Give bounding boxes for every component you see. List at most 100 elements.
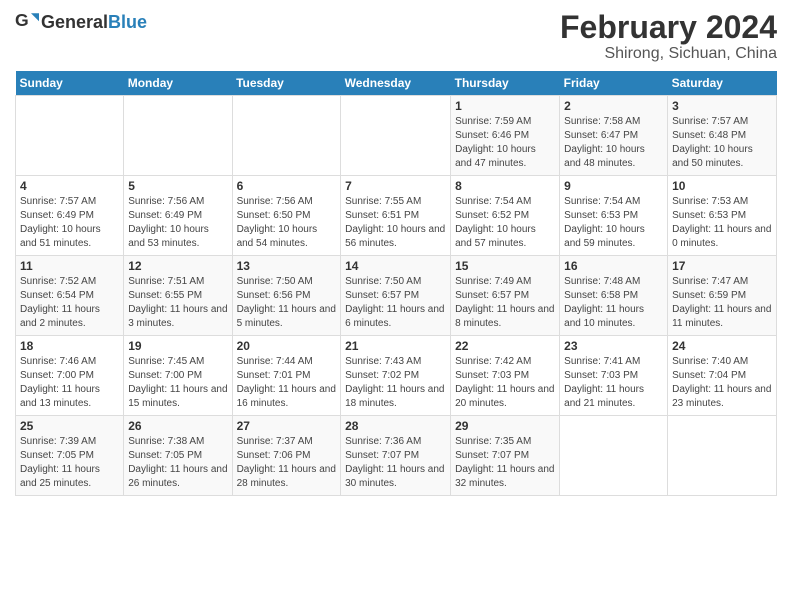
header-sunday: Sunday xyxy=(16,71,124,96)
day-info: Sunrise: 7:54 AM Sunset: 6:53 PM Dayligh… xyxy=(564,195,663,251)
page-title: February 2024 xyxy=(560,10,777,45)
svg-text:G: G xyxy=(15,10,29,30)
day-info: Sunrise: 7:42 AM Sunset: 7:03 PM Dayligh… xyxy=(455,355,555,411)
calendar-cell: 15 Sunrise: 7:49 AM Sunset: 6:57 PM Dayli… xyxy=(451,256,560,336)
calendar-cell: 24 Sunrise: 7:40 AM Sunset: 7:04 PM Dayli… xyxy=(668,336,777,416)
calendar-cell: 29Sunrise: 7:35 AM Sunset: 7:07 PM Dayli… xyxy=(451,416,560,496)
day-number: 25 xyxy=(20,419,119,433)
calendar-cell: 6 Sunrise: 7:56 AM Sunset: 6:50 PM Daylig… xyxy=(232,176,341,256)
day-info: Sunrise: 7:38 AM Sunset: 7:05 PM Dayligh… xyxy=(128,435,227,491)
logo-icon: G xyxy=(15,10,39,34)
calendar-body: 1 Sunrise: 7:59 AM Sunset: 6:46 PM Daylig… xyxy=(16,96,777,496)
calendar-cell: 8 Sunrise: 7:54 AM Sunset: 6:52 PM Daylig… xyxy=(451,176,560,256)
day-number: 12 xyxy=(128,259,227,273)
day-info: Sunrise: 7:43 AM Sunset: 7:02 PM Dayligh… xyxy=(345,355,446,411)
calendar-week-row: 25 Sunrise: 7:39 AM Sunset: 7:05 PM Dayli… xyxy=(16,416,777,496)
calendar-cell: 27 Sunrise: 7:37 AM Sunset: 7:06 PM Dayli… xyxy=(232,416,341,496)
day-number: 6 xyxy=(237,179,337,193)
header-thursday: Thursday xyxy=(451,71,560,96)
calendar-cell: 18 Sunrise: 7:46 AM Sunset: 7:00 PM Dayli… xyxy=(16,336,124,416)
header-tuesday: Tuesday xyxy=(232,71,341,96)
day-number: 4 xyxy=(20,179,119,193)
day-number: 28 xyxy=(345,419,446,433)
day-info: Sunrise: 7:37 AM Sunset: 7:06 PM Dayligh… xyxy=(237,435,337,491)
page-subtitle: Shirong, Sichuan, China xyxy=(560,45,777,63)
day-number: 16 xyxy=(564,259,663,273)
calendar-cell: 28 Sunrise: 7:36 AM Sunset: 7:07 PM Dayli… xyxy=(341,416,451,496)
calendar-cell xyxy=(16,96,124,176)
calendar-cell: 12Sunrise: 7:51 AM Sunset: 6:55 PM Dayli… xyxy=(124,256,232,336)
calendar-header-row: Sunday Monday Tuesday Wednesday Thursday… xyxy=(16,71,777,96)
day-number: 5 xyxy=(128,179,227,193)
header-wednesday: Wednesday xyxy=(341,71,451,96)
day-info: Sunrise: 7:54 AM Sunset: 6:52 PM Dayligh… xyxy=(455,195,555,251)
day-info: Sunrise: 7:45 AM Sunset: 7:00 PM Dayligh… xyxy=(128,355,227,411)
day-number: 19 xyxy=(128,339,227,353)
header-monday: Monday xyxy=(124,71,232,96)
calendar-cell: 10 Sunrise: 7:53 AM Sunset: 6:53 PM Dayli… xyxy=(668,176,777,256)
calendar-week-row: 1 Sunrise: 7:59 AM Sunset: 6:46 PM Daylig… xyxy=(16,96,777,176)
day-number: 7 xyxy=(345,179,446,193)
day-info: Sunrise: 7:56 AM Sunset: 6:50 PM Dayligh… xyxy=(237,195,337,251)
calendar-cell: 16Sunrise: 7:48 AM Sunset: 6:58 PM Dayli… xyxy=(560,256,668,336)
calendar-week-row: 4 Sunrise: 7:57 AM Sunset: 6:49 PM Daylig… xyxy=(16,176,777,256)
day-info: Sunrise: 7:57 AM Sunset: 6:49 PM Dayligh… xyxy=(20,195,119,251)
day-info: Sunrise: 7:52 AM Sunset: 6:54 PM Dayligh… xyxy=(20,275,119,331)
header: G GeneralBlue February 2024 Shirong, Sic… xyxy=(15,10,777,63)
title-block: February 2024 Shirong, Sichuan, China xyxy=(560,10,777,63)
day-number: 8 xyxy=(455,179,555,193)
calendar-cell: 9 Sunrise: 7:54 AM Sunset: 6:53 PM Daylig… xyxy=(560,176,668,256)
header-friday: Friday xyxy=(560,71,668,96)
day-number: 15 xyxy=(455,259,555,273)
calendar-cell: 14Sunrise: 7:50 AM Sunset: 6:57 PM Dayli… xyxy=(341,256,451,336)
calendar-cell xyxy=(232,96,341,176)
day-info: Sunrise: 7:58 AM Sunset: 6:47 PM Dayligh… xyxy=(564,115,663,171)
day-info: Sunrise: 7:53 AM Sunset: 6:53 PM Dayligh… xyxy=(672,195,772,251)
calendar-cell: 13 Sunrise: 7:50 AM Sunset: 6:56 PM Dayli… xyxy=(232,256,341,336)
day-info: Sunrise: 7:36 AM Sunset: 7:07 PM Dayligh… xyxy=(345,435,446,491)
calendar-week-row: 18 Sunrise: 7:46 AM Sunset: 7:00 PM Dayli… xyxy=(16,336,777,416)
calendar-cell: 25 Sunrise: 7:39 AM Sunset: 7:05 PM Dayli… xyxy=(16,416,124,496)
day-number: 24 xyxy=(672,339,772,353)
day-number: 1 xyxy=(455,99,555,113)
day-number: 21 xyxy=(345,339,446,353)
calendar-cell: 7 Sunrise: 7:55 AM Sunset: 6:51 PM Daylig… xyxy=(341,176,451,256)
day-info: Sunrise: 7:47 AM Sunset: 6:59 PM Dayligh… xyxy=(672,275,772,331)
day-number: 18 xyxy=(20,339,119,353)
day-number: 3 xyxy=(672,99,772,113)
calendar-cell: 22Sunrise: 7:42 AM Sunset: 7:03 PM Dayli… xyxy=(451,336,560,416)
day-number: 2 xyxy=(564,99,663,113)
day-number: 29 xyxy=(455,419,555,433)
day-number: 9 xyxy=(564,179,663,193)
day-info: Sunrise: 7:50 AM Sunset: 6:56 PM Dayligh… xyxy=(237,275,337,331)
day-number: 13 xyxy=(237,259,337,273)
day-info: Sunrise: 7:39 AM Sunset: 7:05 PM Dayligh… xyxy=(20,435,119,491)
day-info: Sunrise: 7:49 AM Sunset: 6:57 PM Dayligh… xyxy=(455,275,555,331)
calendar-cell: 26 Sunrise: 7:38 AM Sunset: 7:05 PM Dayli… xyxy=(124,416,232,496)
day-info: Sunrise: 7:40 AM Sunset: 7:04 PM Dayligh… xyxy=(672,355,772,411)
logo-general: General xyxy=(41,12,108,32)
day-number: 10 xyxy=(672,179,772,193)
calendar-cell: 1 Sunrise: 7:59 AM Sunset: 6:46 PM Daylig… xyxy=(451,96,560,176)
calendar-week-row: 11 Sunrise: 7:52 AM Sunset: 6:54 PM Dayli… xyxy=(16,256,777,336)
logo-blue: Blue xyxy=(108,12,147,32)
day-number: 20 xyxy=(237,339,337,353)
header-saturday: Saturday xyxy=(668,71,777,96)
day-number: 27 xyxy=(237,419,337,433)
calendar-cell: 20Sunrise: 7:44 AM Sunset: 7:01 PM Dayli… xyxy=(232,336,341,416)
calendar-cell: 11 Sunrise: 7:52 AM Sunset: 6:54 PM Dayli… xyxy=(16,256,124,336)
day-info: Sunrise: 7:46 AM Sunset: 7:00 PM Dayligh… xyxy=(20,355,119,411)
day-number: 23 xyxy=(564,339,663,353)
day-number: 17 xyxy=(672,259,772,273)
logo: G GeneralBlue xyxy=(15,10,147,34)
calendar-cell: 19 Sunrise: 7:45 AM Sunset: 7:00 PM Dayli… xyxy=(124,336,232,416)
day-number: 26 xyxy=(128,419,227,433)
day-info: Sunrise: 7:50 AM Sunset: 6:57 PM Dayligh… xyxy=(345,275,446,331)
day-number: 11 xyxy=(20,259,119,273)
day-info: Sunrise: 7:56 AM Sunset: 6:49 PM Dayligh… xyxy=(128,195,227,251)
day-info: Sunrise: 7:59 AM Sunset: 6:46 PM Dayligh… xyxy=(455,115,555,171)
calendar-cell: 2 Sunrise: 7:58 AM Sunset: 6:47 PM Daylig… xyxy=(560,96,668,176)
day-info: Sunrise: 7:41 AM Sunset: 7:03 PM Dayligh… xyxy=(564,355,663,411)
calendar-cell xyxy=(560,416,668,496)
day-info: Sunrise: 7:55 AM Sunset: 6:51 PM Dayligh… xyxy=(345,195,446,251)
